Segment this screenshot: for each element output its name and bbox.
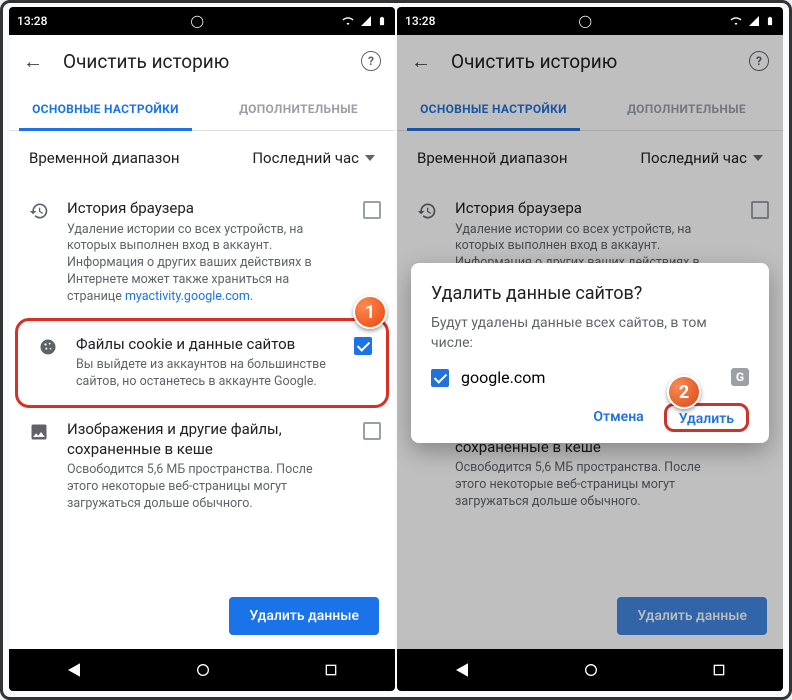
nav-home-icon[interactable] (195, 662, 211, 678)
time-range-label: Временной диапазон (29, 149, 180, 167)
back-icon[interactable] (23, 49, 43, 74)
time-range-row[interactable]: Временной диапазон Последний час (9, 131, 395, 185)
tabs: ОСНОВНЫЕ НАСТРОЙКИ ДОПОЛНИТЕЛЬНЫЕ (9, 87, 395, 131)
phone-right: 13:28 ◯ Очистить историю ? ОСНОВНЫЕ НАСТ… (397, 7, 783, 691)
tab-advanced[interactable]: ДОПОЛНИТЕЛЬНЫЕ (202, 87, 395, 130)
nav-home-icon[interactable] (583, 662, 599, 678)
signal-icon (747, 15, 761, 27)
history-checkbox[interactable] (363, 201, 381, 219)
cookie-icon (38, 337, 58, 357)
nav-bar (397, 649, 783, 691)
battery-icon (377, 14, 387, 28)
status-bar: 13:28 ◯ (397, 7, 783, 35)
phone-left: 13:28 ◯ Очистить историю ? ОСНОВНЫЕ НАСТ… (9, 7, 395, 691)
google-favicon: G (731, 368, 749, 386)
cache-title: Изображения и другие файлы, сохраненные … (67, 420, 347, 459)
history-icon (29, 201, 49, 221)
tab-basic[interactable]: ОСНОВНЫЕ НАСТРОЙКИ (9, 87, 202, 130)
nav-back-icon[interactable] (65, 661, 83, 679)
nav-back-icon[interactable] (453, 661, 471, 679)
step-badge-2: 2 (667, 375, 701, 409)
page-title: Очистить историю (63, 50, 341, 73)
step-badge-1: 1 (353, 295, 387, 329)
dropdown-icon (365, 155, 375, 161)
item-history[interactable]: История браузера Удаление истории со все… (9, 185, 395, 320)
cache-checkbox[interactable] (363, 422, 381, 440)
image-icon (29, 422, 49, 442)
status-time: 13:28 (405, 14, 435, 28)
history-title: История браузера (67, 199, 347, 219)
options-list: История браузера Удаление истории со все… (9, 185, 395, 527)
cookies-checkbox[interactable] (354, 337, 372, 355)
dialog-actions: Отмена Удалить (431, 401, 749, 433)
nav-bar (9, 649, 395, 691)
help-icon[interactable]: ? (361, 51, 381, 71)
status-bar: 13:28 ◯ (9, 7, 395, 35)
nav-recent-icon[interactable] (711, 662, 727, 678)
battery-icon (765, 14, 775, 28)
dialog-site-row: google.com G (431, 367, 749, 387)
cache-desc: Освободится 5,6 МБ пространства. После э… (67, 462, 347, 513)
history-desc: Удаление истории со всех устройств, на к… (67, 222, 347, 306)
wifi-icon (341, 15, 355, 27)
highlight-step-1: Файлы cookie и данные сайтов Вы выйдете … (15, 318, 389, 408)
cookies-desc: Вы выйдете из аккаунтов на большинстве с… (76, 357, 338, 391)
item-cookies[interactable]: Файлы cookie и данные сайтов Вы выйдете … (18, 321, 386, 405)
cookies-title: Файлы cookie и данные сайтов (76, 335, 338, 355)
clear-data-button[interactable]: Удалить данные (229, 597, 379, 635)
item-cache[interactable]: Изображения и другие файлы, сохраненные … (9, 406, 395, 527)
app-bar: Очистить историю ? (9, 35, 395, 87)
tutorial-frame: 13:28 ◯ Очистить историю ? ОСНОВНЫЕ НАСТ… (0, 0, 792, 700)
dialog-text: Будут удалены данные всех сайтов, в том … (431, 314, 749, 353)
site-checkbox[interactable] (431, 369, 449, 387)
cancel-button[interactable]: Отмена (583, 401, 653, 433)
myactivity-link[interactable]: myactivity.google.com (125, 289, 250, 304)
dialog-title: Удалить данные сайтов? (431, 283, 749, 304)
confirm-dialog: Удалить данные сайтов? Будут удалены дан… (411, 263, 769, 443)
site-name: google.com (461, 368, 545, 387)
signal-icon (359, 15, 373, 27)
wifi-icon (729, 15, 743, 27)
time-range-value: Последний час (252, 149, 359, 167)
nav-recent-icon[interactable] (323, 662, 339, 678)
status-time: 13:28 (17, 14, 47, 28)
